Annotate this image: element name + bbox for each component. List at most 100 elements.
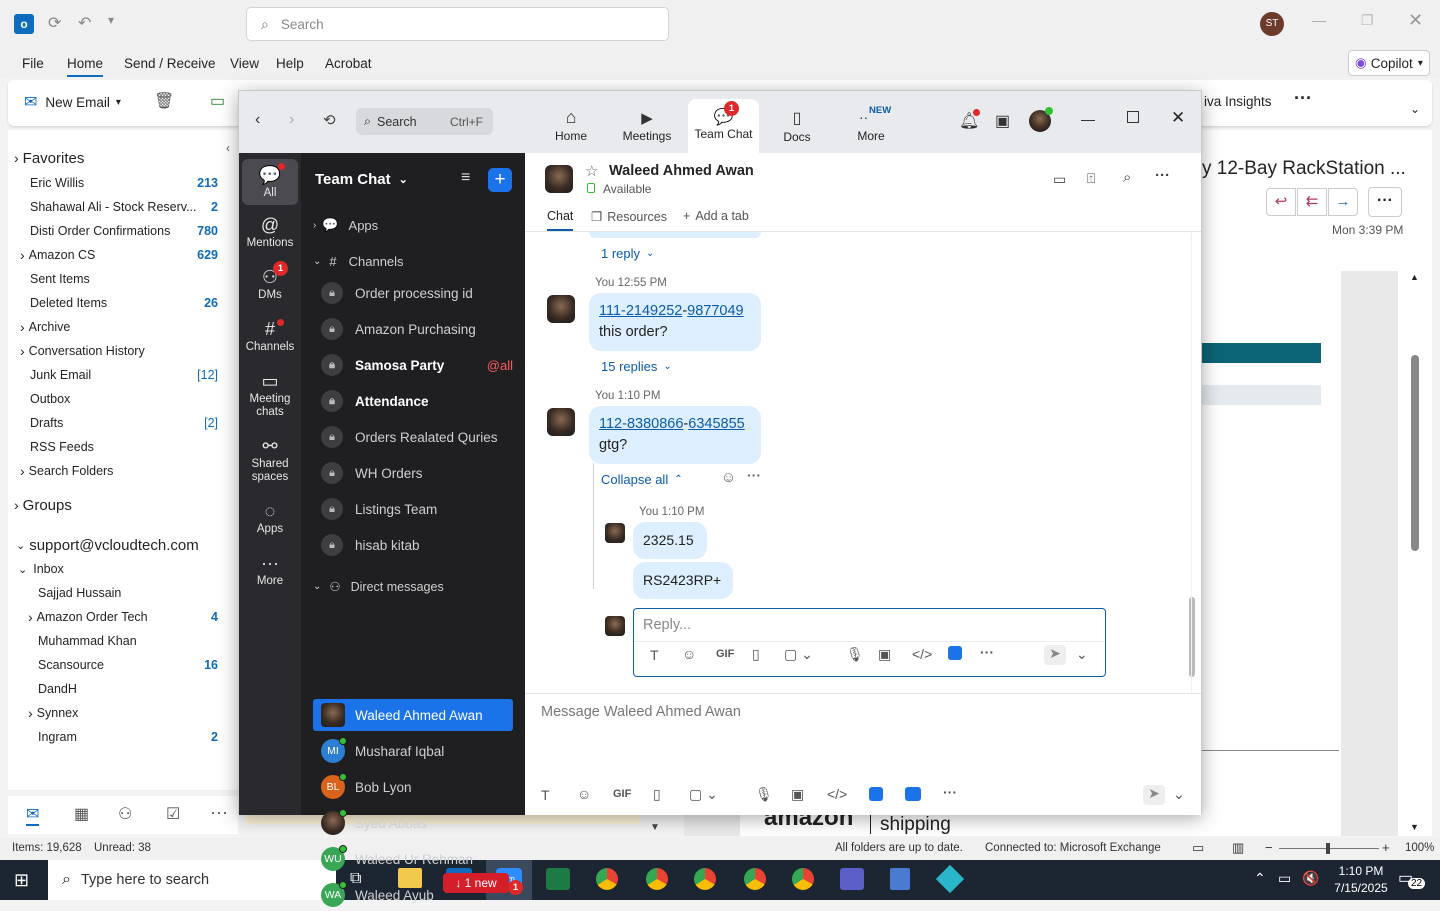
chrome-icon[interactable] <box>744 868 766 890</box>
normal-view-icon[interactable]: ▭ <box>1192 840 1204 856</box>
calendar-icon[interactable]: ▦ <box>74 804 89 824</box>
teams-icon[interactable] <box>840 868 864 890</box>
code-icon[interactable]: </> <box>912 646 932 662</box>
mic-icon[interactable]: 🎙︎ <box>755 786 773 803</box>
chrome-icon[interactable] <box>596 868 618 890</box>
folder-item[interactable]: › Groups <box>8 493 218 517</box>
dm-item[interactable]: MI Musharaf Iqbal <box>313 735 513 767</box>
share-icon[interactable]: ⍐ <box>1087 170 1095 187</box>
message-bubble[interactable]: 111-2149252-9877049 this order? <box>589 293 761 351</box>
folder-item[interactable]: › Search Folders <box>8 459 218 483</box>
app-icon[interactable] <box>948 646 962 660</box>
close-icon[interactable]: ✕ <box>1408 10 1423 31</box>
apps-section[interactable]: › 💬 Apps <box>313 217 378 233</box>
emoji-reaction-icon[interactable]: ☺ <box>721 469 736 486</box>
channel-item[interactable]: 🔒︎ Amazon Purchasing <box>313 313 513 345</box>
order-link[interactable]: 6345855 <box>688 416 744 432</box>
sync-icon[interactable]: ⟳ <box>48 13 61 33</box>
gif-icon[interactable]: GIF <box>613 788 631 800</box>
screenshot-icon[interactable]: ▢ ⌄ <box>784 646 813 663</box>
tab-view[interactable]: View <box>230 56 259 71</box>
restore-icon[interactable]: ❐ <box>1361 12 1374 29</box>
folder-item[interactable]: › Amazon CS 629 <box>8 243 218 267</box>
message-bubble[interactable]: RS2423RP+ <box>633 562 733 599</box>
forward-button[interactable]: → <box>1328 188 1358 216</box>
top-tab-team-chat[interactable]: 💬 1 Team Chat <box>688 99 759 153</box>
direct-messages-section[interactable]: ⌄ ⚇ Direct messages <box>313 579 444 595</box>
tab-home[interactable]: Home <box>67 56 104 77</box>
app-icon[interactable] <box>869 787 883 801</box>
dm-item[interactable]: WU Waleed Ur Rehman <box>313 843 513 875</box>
mic-icon[interactable]: 🎙︎ <box>846 646 864 663</box>
sender-avatar[interactable] <box>547 408 575 436</box>
folder-item[interactable]: Scansource 16 <box>8 653 218 677</box>
scroll-down-icon[interactable]: ▼ <box>1410 822 1419 832</box>
replies-link[interactable]: 15 replies ⌄ <box>601 359 672 374</box>
list-scroll-down-icon[interactable]: ▼ <box>650 822 660 833</box>
calendar-icon[interactable]: ▣ <box>995 111 1010 131</box>
zoom-in-icon[interactable]: + <box>1382 840 1390 855</box>
channel-item[interactable]: 🔒︎ Samosa Party @all <box>313 349 513 381</box>
channel-item[interactable]: 🔒︎ Orders Realated Quries <box>313 421 513 453</box>
top-tab-more[interactable]: NEW ·· More <box>843 91 899 153</box>
volume-muted-icon[interactable]: 🔇 <box>1302 870 1319 887</box>
contact-name[interactable]: Waleed Ahmed Awan <box>609 163 754 179</box>
folder-item[interactable]: Sajjad Hussain <box>8 581 218 605</box>
more-apps-icon[interactable]: ··· <box>210 802 228 823</box>
more-icon[interactable]: ··· <box>747 467 761 483</box>
channel-item[interactable]: 🔒︎ Listings Team <box>313 493 513 525</box>
minimize-icon[interactable]: — <box>1081 111 1095 127</box>
folder-item[interactable]: › Archive <box>8 315 218 339</box>
rail-channels[interactable]: # Channels <box>239 317 301 353</box>
chrome-icon[interactable] <box>792 868 814 890</box>
customize-icon[interactable]: ▾ <box>108 13 114 27</box>
folder-item[interactable]: Ingram 2 <box>8 725 218 749</box>
back-icon[interactable]: ‹ <box>255 111 260 129</box>
order-link[interactable]: 9877049 <box>687 303 743 319</box>
star-icon[interactable]: ☆ <box>585 162 598 180</box>
folder-item[interactable]: Shahawal Ali - Stock Reserv... 2 <box>8 195 218 219</box>
viva-insights-button[interactable]: iva Insights <box>1204 94 1272 109</box>
file-icon[interactable]: ▯ <box>653 786 661 803</box>
chevron-right-icon[interactable]: › <box>28 609 33 625</box>
chevron-right-icon[interactable]: › <box>20 463 25 479</box>
text-format-icon[interactable]: T <box>541 787 550 803</box>
chevron-right-icon[interactable]: › <box>14 497 19 513</box>
chevron-right-icon[interactable]: › <box>20 247 25 263</box>
chevron-right-icon[interactable]: › <box>20 319 25 335</box>
chevron-right-icon[interactable]: › <box>28 705 33 721</box>
tab-add[interactable]: + Add a tab <box>683 209 749 223</box>
sender-avatar[interactable] <box>547 295 575 323</box>
collapse-pane-icon[interactable]: ‹ <box>226 141 230 155</box>
tab-file[interactable]: File <box>22 56 44 71</box>
copilot-button[interactable]: ◉ Copilot ▾ <box>1348 50 1430 76</box>
sender-avatar[interactable] <box>605 523 625 543</box>
thread-reply-input[interactable]: Reply... T ☺ GIF ▯ ▢ ⌄ 🎙︎ ▣ </> ··· ➤ ⌄ <box>633 608 1106 677</box>
taskbar-search-input[interactable]: ⌕ Type here to search <box>48 860 336 900</box>
channels-section[interactable]: ⌄ # Channels <box>313 254 404 269</box>
team-chat-title[interactable]: Team Chat ⌄ <box>315 171 408 188</box>
chevron-down-icon[interactable]: ⌄ <box>1076 646 1088 663</box>
gif-icon[interactable]: GIF <box>716 648 734 660</box>
chevron-right-icon[interactable]: › <box>20 343 25 359</box>
folder-item[interactable]: Sent Items <box>8 267 218 291</box>
folder-item[interactable]: Muhammad Khan <box>8 629 218 653</box>
folder-item[interactable]: Drafts [2] <box>8 411 218 435</box>
dm-item[interactable]: WA Waleed Ayub <box>313 879 513 911</box>
tab-help[interactable]: Help <box>276 56 304 71</box>
folder-item[interactable]: RSS Feeds <box>8 435 218 459</box>
text-format-icon[interactable]: T <box>650 647 659 663</box>
clock-time[interactable]: 1:10 PM <box>1336 864 1386 878</box>
channel-item[interactable]: 🔒︎ Order processing id <box>313 277 513 309</box>
folder-item[interactable]: Eric Willis 213 <box>8 171 218 195</box>
file-icon[interactable]: ▯ <box>752 646 760 663</box>
chevron-right-icon[interactable]: › <box>14 150 19 166</box>
tab-acrobat[interactable]: Acrobat <box>325 56 372 71</box>
app-icon-2[interactable] <box>905 787 921 801</box>
rail-meeting-chats[interactable]: ▭ Meeting chats <box>239 369 301 419</box>
top-tab-docs[interactable]: ▯ Docs <box>769 91 825 153</box>
rail-mentions[interactable]: @ Mentions <box>239 213 301 249</box>
people-icon[interactable]: ⚇ <box>118 804 132 824</box>
inbox-folder[interactable]: ⌄ Inbox <box>8 557 218 581</box>
send-icon[interactable]: ➤ <box>1143 785 1165 805</box>
